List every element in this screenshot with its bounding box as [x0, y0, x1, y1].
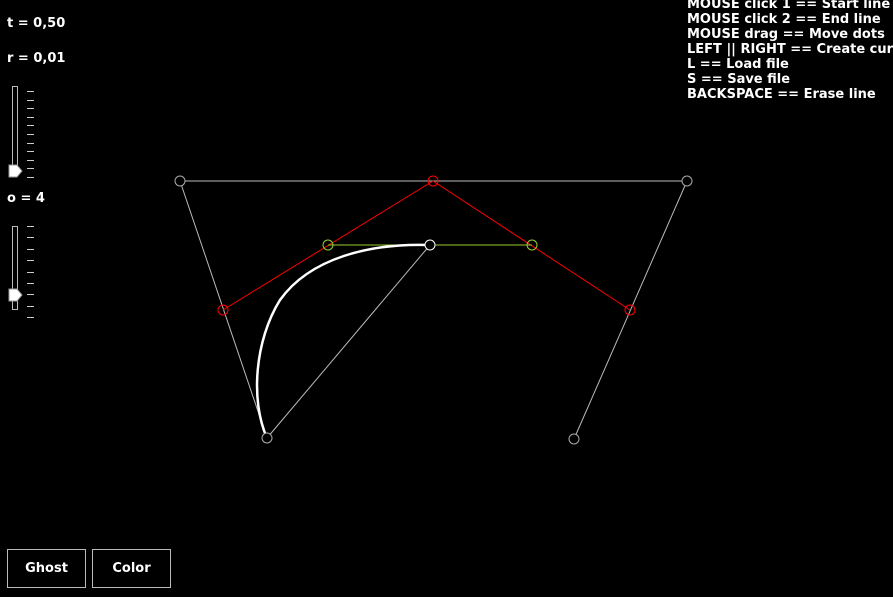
- color-button[interactable]: Color: [92, 549, 171, 588]
- bezier-canvas[interactable]: [0, 0, 893, 597]
- control-point[interactable]: [568, 433, 580, 445]
- ghost-button[interactable]: Ghost: [7, 549, 86, 588]
- curve-point: [424, 239, 436, 251]
- bezier-curve: [255, 243, 431, 439]
- control-point[interactable]: [261, 432, 273, 444]
- control-point[interactable]: [174, 175, 186, 187]
- control-polygon: [179, 180, 688, 440]
- control-point[interactable]: [681, 175, 693, 187]
- chord-line: [266, 244, 431, 439]
- control-edge: [573, 180, 688, 440]
